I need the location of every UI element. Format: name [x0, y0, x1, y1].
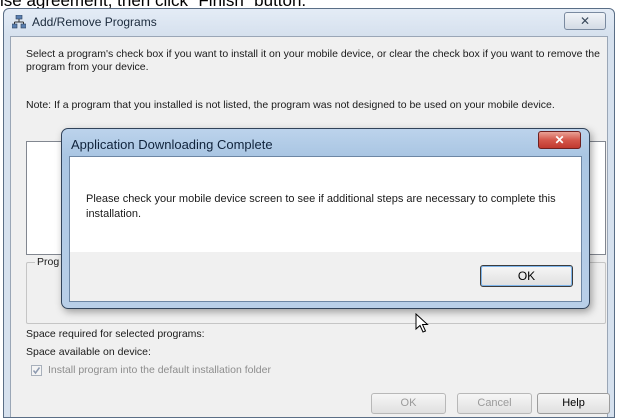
mouse-pointer-icon — [415, 312, 429, 338]
window-close-button[interactable]: ✕ — [564, 12, 606, 30]
group-label: Prog — [35, 256, 62, 268]
dialog-footer: OK — [70, 252, 581, 301]
download-complete-dialog: Application Downloading Complete ✕ Pleas… — [61, 128, 590, 309]
dialog-title: Application Downloading Complete — [71, 137, 273, 152]
dialog-message: Please check your mobile device screen t… — [86, 193, 556, 220]
cancel-button[interactable]: Cancel — [457, 393, 532, 414]
dialog-close-button[interactable]: ✕ — [538, 131, 581, 149]
ok-button[interactable]: OK — [371, 393, 446, 414]
dialog-content: Please check your mobile device screen t… — [69, 156, 582, 302]
space-available-label: Space available on device: — [26, 346, 151, 358]
default-folder-checkbox[interactable] — [31, 365, 42, 376]
window-titlebar[interactable]: Add/Remove Programs ✕ — [4, 9, 614, 36]
dialog-ok-button[interactable]: OK — [480, 265, 573, 287]
default-folder-label: Install program into the default install… — [48, 364, 271, 376]
instruction-text: Select a program's check box if you want… — [26, 48, 600, 73]
help-button[interactable]: Help — [537, 393, 610, 414]
close-icon: ✕ — [554, 133, 565, 147]
close-icon: ✕ — [579, 14, 591, 28]
space-required-label: Space required for selected programs: — [26, 328, 205, 340]
checkmark-icon — [32, 367, 41, 375]
network-computers-icon — [11, 14, 27, 29]
window-title: Add/Remove Programs — [32, 15, 157, 29]
note-text: Note: If a program that you installed is… — [26, 99, 555, 111]
